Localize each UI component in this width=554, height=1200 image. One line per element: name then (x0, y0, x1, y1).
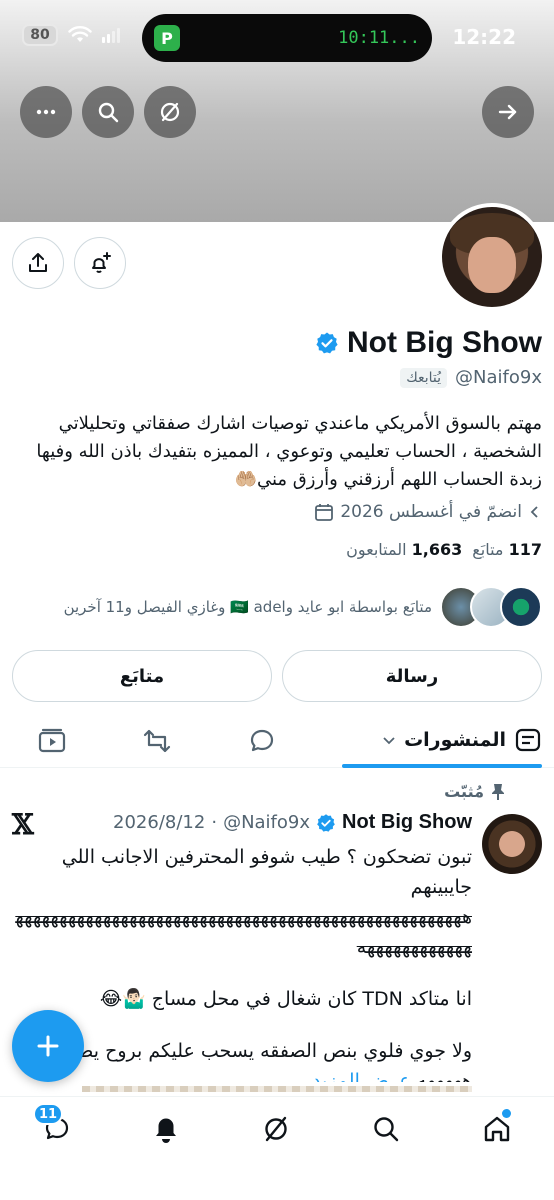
nav-notifications[interactable] (146, 1109, 186, 1149)
home-icon (484, 1116, 510, 1142)
mutual-avatars (440, 586, 542, 628)
profile-avatar[interactable] (438, 203, 546, 311)
search-icon (98, 102, 119, 123)
post-author-avatar[interactable] (482, 814, 542, 874)
mutual-avatar (500, 586, 542, 628)
post-line: انا متاكد TDN كان شغال في محل مساج 🤷🏻‍♂️… (99, 988, 472, 1010)
bell-plus-icon (92, 252, 111, 273)
post-media-preview[interactable] (82, 1086, 472, 1092)
messages-badge: 11 (33, 1103, 64, 1125)
bottom-navigation: 11 (0, 1096, 554, 1200)
search-profile-button[interactable] (82, 86, 134, 138)
nav-home[interactable] (477, 1109, 517, 1149)
tab-posts[interactable]: المنشورات (382, 726, 542, 754)
home-notification-dot (502, 1109, 511, 1118)
profile-tabs: المنشورات (0, 712, 554, 768)
post-date[interactable]: 2026/8/12 (113, 812, 205, 833)
follows-you-badge: يُتابعك (400, 367, 448, 388)
nav-grok[interactable] (256, 1109, 296, 1149)
post-author-name[interactable]: Not Big Show (342, 811, 472, 834)
followed-by-text: متابَع بواسطة ابو عايد و🇸🇦 adel وغازي ال… (63, 598, 432, 616)
nav-search[interactable] (366, 1109, 406, 1149)
followers-label: المتابعون (346, 540, 407, 559)
post-line: تبون تضحكون ؟ طيب شوفو المحترفين الاجانب… (61, 846, 472, 898)
joined-text: انضمّ في أغسطس 2026 (340, 502, 522, 522)
follow-stats: 117 متابَع 1,663 المتابعون (346, 540, 542, 559)
pin-icon (492, 783, 504, 800)
more-button[interactable] (20, 86, 72, 138)
x-logo-icon: 𝕏 (12, 808, 34, 841)
compose-post-button[interactable] (12, 1010, 84, 1082)
verified-badge-icon (316, 332, 338, 354)
following-button[interactable]: متابَع (12, 650, 272, 702)
post-separator: · (211, 812, 218, 833)
slash-circle-icon (265, 1116, 287, 1142)
calendar-icon (315, 504, 334, 521)
chevron-down-icon (383, 737, 395, 745)
following-count: 117 (508, 540, 542, 559)
active-tab-indicator (342, 764, 542, 768)
tab-posts-label: المنشورات (404, 729, 506, 751)
tab-reposts-icon[interactable] (142, 726, 172, 756)
back-button[interactable] (482, 86, 534, 138)
profile-handle: @Naifo9x (455, 367, 542, 388)
status-bar: 80 P 10:11... 12:22 (0, 0, 554, 74)
signal-icon (102, 27, 120, 43)
followed-by-row[interactable]: متابَع بواسطة ابو عايد و🇸🇦 adel وغازي ال… (64, 586, 542, 628)
profile-name: Not Big Show (347, 326, 542, 359)
bell-icon (156, 1118, 176, 1143)
share-button[interactable] (12, 237, 64, 289)
status-time: 12:22 (452, 25, 516, 49)
ellipsis-icon (36, 109, 56, 115)
search-icon (374, 1117, 399, 1142)
slash-circle-icon (160, 102, 180, 122)
pinned-label: مُثبّت (444, 782, 484, 801)
dynamic-island[interactable]: P 10:11... (142, 14, 432, 62)
nav-messages[interactable]: 11 (33, 1103, 77, 1149)
island-timer: 10:11... (338, 28, 420, 48)
notify-button[interactable] (74, 237, 126, 289)
pinned-indicator: مُثبّت (444, 782, 506, 801)
share-icon (29, 253, 47, 272)
posts-tab-icon (515, 728, 541, 752)
show-more-link[interactable]: عرض المزيد (312, 1070, 411, 1082)
profile-bio: مهتم بالسوق الأمريكي ماعندي توصيات اشارك… (36, 413, 542, 490)
post-header: 2026/8/12 · @Naifo9x Not Big Show (113, 811, 472, 834)
post-line-tail: هههههه (416, 1070, 472, 1082)
profile-name-row: Not Big Show (315, 326, 542, 360)
followers-stat[interactable]: 1,663 المتابعون (346, 540, 462, 559)
arrow-right-icon (498, 104, 517, 120)
chevron-left-icon (530, 506, 538, 518)
battery-indicator: 80 (22, 24, 58, 46)
verified-badge-icon (317, 813, 335, 832)
grok-button[interactable] (144, 86, 196, 138)
message-button[interactable]: رسالة (282, 650, 542, 702)
joined-date: انضمّ في أغسطس 2026 (314, 502, 542, 522)
profile-handle-row: يُتابعك @Naifo9x (400, 367, 542, 388)
following-stat[interactable]: 117 متابَع (472, 540, 542, 559)
tab-media-icon[interactable] (37, 726, 67, 756)
tab-replies-icon[interactable] (247, 726, 277, 756)
post-line-laugh: هههههههههههههههههههههههههههههههههههههههه… (15, 906, 472, 958)
plus-icon (37, 1035, 59, 1057)
followers-count: 1,663 (411, 540, 463, 559)
post-author-handle: @Naifo9x (223, 812, 311, 833)
app-badge-icon: P (154, 25, 180, 51)
following-label: متابَع (472, 540, 504, 559)
wifi-icon (68, 26, 92, 42)
